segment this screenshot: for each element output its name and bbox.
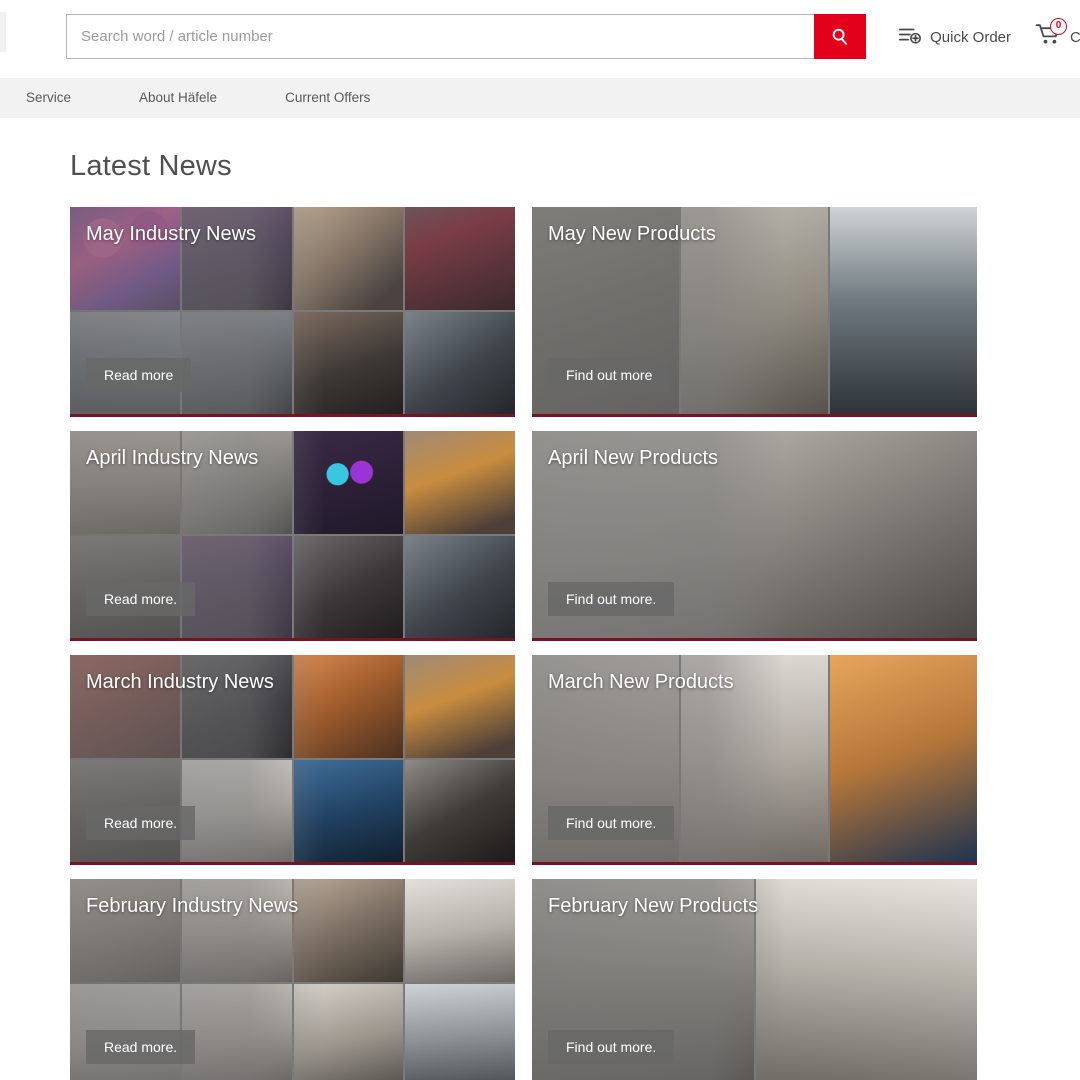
page-title: Latest News bbox=[70, 150, 232, 182]
card-title: March New Products bbox=[548, 671, 734, 693]
collage-tile bbox=[405, 311, 515, 414]
shopping-cart-icon: 0 bbox=[1035, 18, 1067, 52]
card-cta-button[interactable]: Find out more. bbox=[548, 1030, 675, 1064]
collage-tile bbox=[755, 879, 977, 1080]
card-cta-button[interactable]: Read more. bbox=[86, 806, 196, 840]
collage-tile bbox=[181, 311, 292, 414]
news-card-april-industry-news[interactable]: April Industry News Read more. bbox=[70, 431, 515, 641]
card-cta-button[interactable]: Read more. bbox=[86, 1030, 196, 1064]
collage-tile bbox=[405, 655, 515, 758]
card-cta-button[interactable]: Find out more. bbox=[548, 582, 675, 616]
search-input[interactable] bbox=[66, 14, 814, 59]
collage-tile bbox=[181, 759, 292, 862]
collage-tile bbox=[181, 535, 292, 638]
cart-count-badge: 0 bbox=[1050, 18, 1067, 35]
news-card-february-industry-news[interactable]: February Industry News Read more. bbox=[70, 879, 515, 1080]
main-navigation: Service About Häfele Current Offers bbox=[0, 78, 1080, 118]
search-button[interactable] bbox=[814, 14, 866, 59]
quick-order-label: Quick Order bbox=[930, 28, 1011, 46]
news-card-march-industry-news[interactable]: March Industry News Read more. bbox=[70, 655, 515, 865]
collage-tile bbox=[405, 983, 515, 1080]
collage-tile bbox=[405, 759, 515, 862]
collage-tile bbox=[181, 983, 292, 1080]
news-card-february-new-products[interactable]: February New Products Find out more. bbox=[532, 879, 977, 1080]
news-card-may-new-products[interactable]: May New Products Find out more bbox=[532, 207, 977, 417]
card-title: April Industry News bbox=[86, 447, 259, 469]
collage-tile bbox=[405, 535, 515, 638]
quick-order-button[interactable]: Quick Order bbox=[898, 25, 1011, 49]
site-header: Quick Order 0 C bbox=[0, 0, 1080, 78]
collage-tile bbox=[293, 759, 404, 862]
collage-tile bbox=[405, 207, 515, 310]
cart-label: C bbox=[1070, 28, 1080, 46]
news-card-march-new-products[interactable]: March New Products Find out more. bbox=[532, 655, 977, 865]
search-icon bbox=[829, 26, 851, 48]
nav-item-service[interactable]: Service bbox=[26, 78, 83, 118]
header-actions: Quick Order 0 C bbox=[898, 18, 1080, 54]
news-card-april-new-products[interactable]: April New Products Find out more. bbox=[532, 431, 977, 641]
collage-tile bbox=[293, 535, 404, 638]
card-title: February New Products bbox=[548, 895, 759, 917]
nav-item-about-hafele[interactable]: About Häfele bbox=[127, 78, 229, 118]
card-title: May Industry News bbox=[86, 223, 257, 245]
collage-tile bbox=[405, 879, 515, 982]
card-cta-button[interactable]: Find out more. bbox=[548, 806, 675, 840]
card-cta-button[interactable]: Find out more bbox=[548, 358, 671, 392]
page-content: Latest News May Industry News Read more bbox=[0, 118, 1080, 1080]
brand-logo[interactable] bbox=[0, 12, 6, 52]
card-cta-button[interactable]: Read more. bbox=[86, 582, 196, 616]
nav-item-current-offers[interactable]: Current Offers bbox=[273, 78, 382, 118]
quick-order-icon bbox=[898, 25, 922, 49]
collage-tile bbox=[293, 983, 404, 1080]
news-card-may-industry-news[interactable]: May Industry News Read more bbox=[70, 207, 515, 417]
collage-tile bbox=[830, 207, 977, 414]
collage-tile bbox=[830, 655, 977, 862]
card-title: February Industry News bbox=[86, 895, 299, 917]
search-bar bbox=[66, 14, 866, 59]
card-cta-button[interactable]: Read more bbox=[86, 358, 192, 392]
news-card-grid: May Industry News Read more May New Prod… bbox=[0, 183, 1080, 1080]
collage-tile bbox=[293, 311, 404, 414]
card-title: May New Products bbox=[548, 223, 716, 245]
cart-button[interactable]: 0 C bbox=[1035, 18, 1080, 52]
card-title: April New Products bbox=[548, 447, 719, 469]
card-title: March Industry News bbox=[86, 671, 274, 693]
collage-tile bbox=[405, 431, 515, 534]
